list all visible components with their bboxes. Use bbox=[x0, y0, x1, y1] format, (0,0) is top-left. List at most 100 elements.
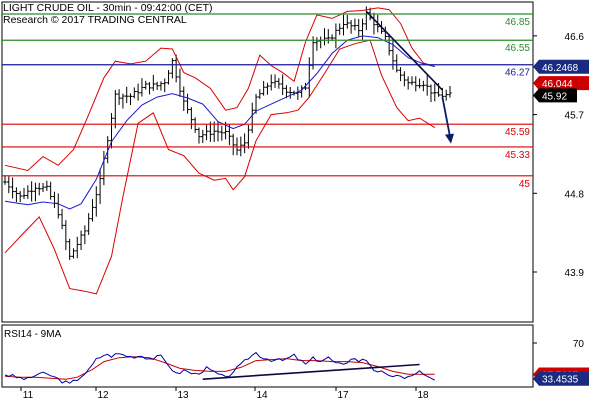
price-bar bbox=[52, 191, 57, 209]
chart-subtitle: Research © 2017 TRADING CENTRAL bbox=[3, 14, 187, 26]
price-bar bbox=[143, 80, 148, 90]
price-bar bbox=[79, 230, 83, 251]
rsi-panel: RSI14 - 9MA bbox=[4, 329, 436, 384]
bollinger-upper-line bbox=[4, 7, 435, 172]
price-bar bbox=[18, 191, 23, 203]
price-bar bbox=[71, 248, 76, 259]
price-bar bbox=[64, 220, 68, 251]
level-label: 45.59 bbox=[505, 127, 530, 138]
x-tick-label: 18 bbox=[417, 390, 429, 400]
rsi-title: RSI14 - 9MA bbox=[4, 329, 62, 340]
axis-tags: 46.246846.04445.9237.768733.4535 bbox=[533, 59, 589, 386]
price-bar bbox=[181, 86, 186, 111]
chart-frame bbox=[1, 1, 534, 388]
price-bar bbox=[178, 68, 182, 97]
price-bar bbox=[128, 93, 133, 106]
price-bar bbox=[326, 29, 331, 44]
price-bar bbox=[109, 113, 114, 149]
price-bar bbox=[136, 83, 140, 101]
price-bar bbox=[322, 28, 327, 46]
price-bar bbox=[170, 58, 175, 79]
price-bar bbox=[318, 36, 323, 49]
price-bar bbox=[246, 125, 251, 149]
rsi-y-tick-label: 70 bbox=[573, 339, 585, 350]
level-label: 45.33 bbox=[505, 150, 530, 161]
price-bar bbox=[124, 86, 129, 104]
price-y-tick-label: 43.9 bbox=[565, 268, 585, 279]
price-bar bbox=[56, 193, 61, 219]
price-bar bbox=[159, 81, 163, 91]
axis-value-tag-text: 33.4535 bbox=[542, 375, 579, 386]
price-bar bbox=[280, 74, 285, 96]
level-label: 46.27 bbox=[505, 68, 530, 79]
rsi-panel-border bbox=[1, 324, 534, 388]
price-bar bbox=[29, 181, 34, 202]
price-bar bbox=[90, 199, 95, 222]
chart-canvas: 46.8546.5546.2745.5945.3345 RSI14 - 9MA … bbox=[1, 1, 589, 400]
price-bar bbox=[113, 90, 118, 129]
price-bar bbox=[231, 133, 236, 156]
price-bar bbox=[33, 182, 38, 202]
price-bar bbox=[10, 177, 15, 199]
price-bar bbox=[14, 187, 19, 203]
x-tick-label: 12 bbox=[97, 390, 109, 400]
price-bar bbox=[45, 180, 49, 191]
price-bar bbox=[121, 93, 125, 109]
price-candles bbox=[3, 6, 452, 261]
price-bar bbox=[86, 213, 91, 235]
price-bar bbox=[132, 87, 137, 99]
price-bar bbox=[265, 82, 270, 95]
price-bar bbox=[147, 82, 152, 95]
price-bar bbox=[261, 80, 266, 96]
price-bar bbox=[117, 89, 121, 106]
price-bar bbox=[22, 187, 26, 200]
moving-average-line bbox=[4, 35, 435, 210]
price-bar bbox=[140, 78, 144, 97]
price-bar bbox=[242, 133, 247, 154]
moving-average bbox=[4, 35, 435, 210]
axis-value-tag: 33.4535 bbox=[533, 371, 589, 386]
price-bar bbox=[349, 20, 353, 34]
x-tick-label: 13 bbox=[177, 390, 189, 400]
price-bar bbox=[406, 76, 410, 90]
price-bar bbox=[200, 129, 205, 144]
x-tick-label: 17 bbox=[337, 390, 349, 400]
forecast-arrow-head bbox=[445, 133, 454, 144]
price-bar bbox=[307, 57, 312, 98]
price-bar bbox=[334, 23, 338, 49]
price-bar bbox=[151, 74, 156, 91]
price-bar bbox=[189, 107, 194, 130]
price-bar bbox=[67, 238, 72, 261]
price-bar bbox=[193, 117, 197, 133]
price-bar bbox=[204, 124, 209, 141]
price-bar bbox=[398, 67, 403, 82]
price-bar bbox=[296, 86, 300, 100]
price-bar bbox=[94, 186, 99, 217]
price-bar bbox=[277, 78, 281, 89]
axis-value-tag-text: 45.92 bbox=[542, 91, 567, 102]
price-bar bbox=[353, 18, 357, 31]
price-bar bbox=[48, 181, 53, 200]
price-bar bbox=[75, 236, 80, 259]
price-bar bbox=[162, 78, 167, 93]
chart-title: LIGHT CRUDE OIL - 30min - 09:42:00 (CET) bbox=[3, 2, 212, 14]
price-bar bbox=[345, 15, 350, 29]
price-y-tick-label: 46.6 bbox=[565, 32, 585, 43]
axis-value-tag: 46.044 bbox=[533, 76, 589, 91]
price-panel-border bbox=[1, 1, 534, 323]
price-bar bbox=[105, 136, 110, 164]
price-bar bbox=[219, 125, 224, 141]
price-bar bbox=[337, 23, 342, 35]
axes: 46.6 45.7 44.8 43.9 70 11 12 13 14 17 18 bbox=[20, 32, 585, 400]
price-bar bbox=[413, 76, 418, 92]
price-bar bbox=[273, 74, 277, 88]
price-bar bbox=[258, 89, 262, 99]
price-bar bbox=[425, 75, 429, 96]
level-label: 46.55 bbox=[505, 43, 530, 54]
price-bar bbox=[288, 87, 293, 99]
price-bar bbox=[444, 89, 448, 101]
price-bar bbox=[83, 225, 87, 245]
price-bar bbox=[7, 176, 11, 194]
axis-value-tag: 46.2468 bbox=[533, 59, 589, 74]
x-tick-label: 11 bbox=[23, 390, 34, 400]
